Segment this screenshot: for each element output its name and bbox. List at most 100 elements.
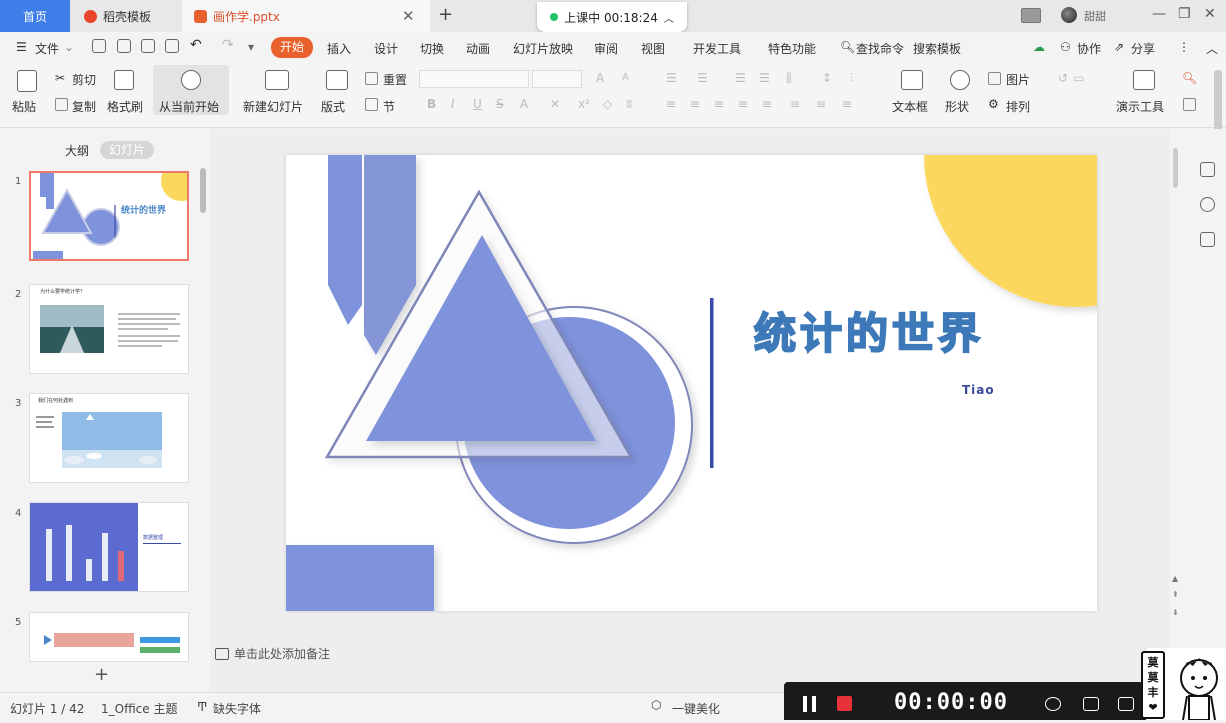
slide-author[interactable]: Tiao [962,383,995,397]
animation-icon[interactable] [1200,197,1215,212]
picture-icon[interactable] [988,72,1001,85]
redo-icon[interactable]: ↷ [222,37,234,53]
increase-font-icon[interactable]: A [596,71,604,85]
export-icon[interactable] [117,39,131,53]
textbox-button[interactable]: 文本框 [892,98,928,115]
clear-format-icon[interactable]: ✕ [550,97,560,111]
tab-design[interactable]: 设计 [374,40,398,57]
beautify-button[interactable]: 一键美化 [672,700,720,717]
text-direction-icon[interactable]: ⫶ [850,71,853,86]
layout-icon[interactable] [1021,8,1041,23]
present-tools-icon[interactable] [1133,70,1155,90]
properties-icon[interactable] [1200,162,1215,177]
screenshot-icon[interactable] [1118,697,1134,711]
share-icon[interactable]: ⇗ [1114,40,1124,54]
font-size-select[interactable] [532,70,582,88]
align-center-icon[interactable]: ≡ [690,97,700,111]
search-template[interactable]: 搜索模板 [913,40,961,57]
stop-record-icon[interactable] [837,696,852,711]
pause-icon[interactable] [803,696,817,712]
italic-icon[interactable]: I [451,97,455,111]
collab-icon[interactable]: ⚇ [1060,40,1071,54]
undo-icon[interactable]: ↶ [190,37,202,53]
tab-special[interactable]: 特色功能 [768,40,816,57]
missing-font-button[interactable]: 缺失字体 [213,700,261,717]
next-slide-icon[interactable]: ⇟ [1172,608,1179,617]
scroll-up-icon[interactable]: ▲ [1172,574,1178,583]
align-left-icon[interactable]: ≡ [666,97,676,111]
slide-thumbnail-4[interactable]: 数据整理 [29,502,189,592]
smart-art-icon[interactable]: ≡ [842,97,852,111]
collapse-ribbon-icon[interactable]: ︿ [1206,40,1218,57]
font-family-select[interactable] [419,70,529,88]
tab-animation[interactable]: 动画 [466,40,490,57]
new-tab-icon[interactable]: + [438,4,453,25]
numbering-icon[interactable]: ☰ [697,71,708,85]
transition-icon[interactable] [1200,232,1215,247]
align-right-icon[interactable]: ≡ [714,97,724,111]
bullets-icon[interactable]: ☰ [666,71,677,85]
new-slide-button[interactable]: 新建幻灯片 [243,98,303,115]
shape-button[interactable]: 形状 [945,98,969,115]
collab-button[interactable]: 协作 [1077,40,1101,57]
find-icon[interactable]: 🔍︎ [1182,71,1197,85]
play-from-current-icon[interactable] [181,70,201,90]
paste-button[interactable]: 粘贴 [12,98,36,115]
file-menu[interactable]: 文件 [35,40,59,57]
tab-home[interactable]: 开始 [271,37,313,58]
bold-icon[interactable]: B [427,97,436,111]
format-painter-icon[interactable] [114,70,134,90]
indent-icon[interactable]: ☰ [759,71,770,85]
add-slide-icon[interactable]: + [94,664,109,685]
print-preview-icon[interactable] [165,39,179,53]
avatar[interactable] [1061,7,1077,23]
tab-view[interactable]: 视图 [641,40,665,57]
hamburger-icon[interactable]: ☰ [16,40,27,54]
camera-icon[interactable] [1045,697,1061,711]
cut-button[interactable]: 剪切 [72,71,96,88]
tab-developer[interactable]: 开发工具 [693,40,741,57]
arrange-icon[interactable]: ⚙ [988,97,999,111]
save-icon[interactable] [92,39,106,53]
canvas-scrollbar[interactable] [1172,140,1180,610]
search-command[interactable]: 查找命令 [856,40,904,57]
columns-icon[interactable]: ⫼ [786,71,792,86]
decrease-font-icon[interactable]: A [622,72,629,83]
section-icon[interactable] [365,98,378,111]
justify-icon[interactable]: ≡ [738,97,748,111]
tab-review[interactable]: 审阅 [594,40,618,57]
superscript-icon[interactable]: x² [578,97,590,111]
cut-icon[interactable]: ✂ [55,71,65,85]
tab-outline[interactable]: 大纲 [65,142,89,159]
panel-scrollbar[interactable] [200,168,206,213]
select-icon[interactable] [1183,98,1196,111]
canvas-scroll-thumb[interactable] [1173,148,1178,188]
arrange-button[interactable]: 排列 [1006,98,1030,115]
distribute-icon[interactable]: ≡ [762,97,772,111]
font-color-icon[interactable]: A [520,97,528,111]
search-icon[interactable]: 🔍︎ [840,40,855,54]
print-icon[interactable] [141,39,155,53]
more-quick-icon[interactable]: ▾ [248,40,254,54]
cloud-icon[interactable]: ☁ [1033,40,1045,54]
copy-button[interactable]: 复制 [72,98,96,115]
chevron-down-icon[interactable]: ⌄ [64,40,74,54]
home-tab[interactable]: 首页 [0,0,70,32]
document-tab[interactable]: 画作学.pptx [182,0,430,32]
close-tab-icon[interactable]: ✕ [402,7,415,25]
present-tools-button[interactable]: 演示工具 [1116,98,1164,115]
tab-transition[interactable]: 切换 [420,40,444,57]
ribbon-scrollbar[interactable] [1214,70,1222,130]
picture-button[interactable]: 图片 [1006,71,1030,88]
slide-canvas[interactable]: 统计的世界 Tiao [286,155,1097,611]
slide-thumbnail-2[interactable]: 为什么要学统计学？ [29,284,189,374]
format-painter-button[interactable]: 格式刷 [107,98,143,115]
text-align-icon[interactable]: ≡ [816,97,826,111]
restore-icon[interactable]: ❐ [1178,6,1191,22]
slide-title[interactable]: 统计的世界 [753,300,984,361]
class-timer[interactable]: 上课中 00:18:24 ︿ [537,2,687,32]
slide-thumbnail-3[interactable]: 我们在何处遇到 [29,393,189,483]
line-spacing-icon[interactable]: ↕ [822,71,832,85]
section-button[interactable]: 节 [383,98,395,115]
slide-thumbnail-1[interactable]: 统计的世界 [29,171,189,261]
